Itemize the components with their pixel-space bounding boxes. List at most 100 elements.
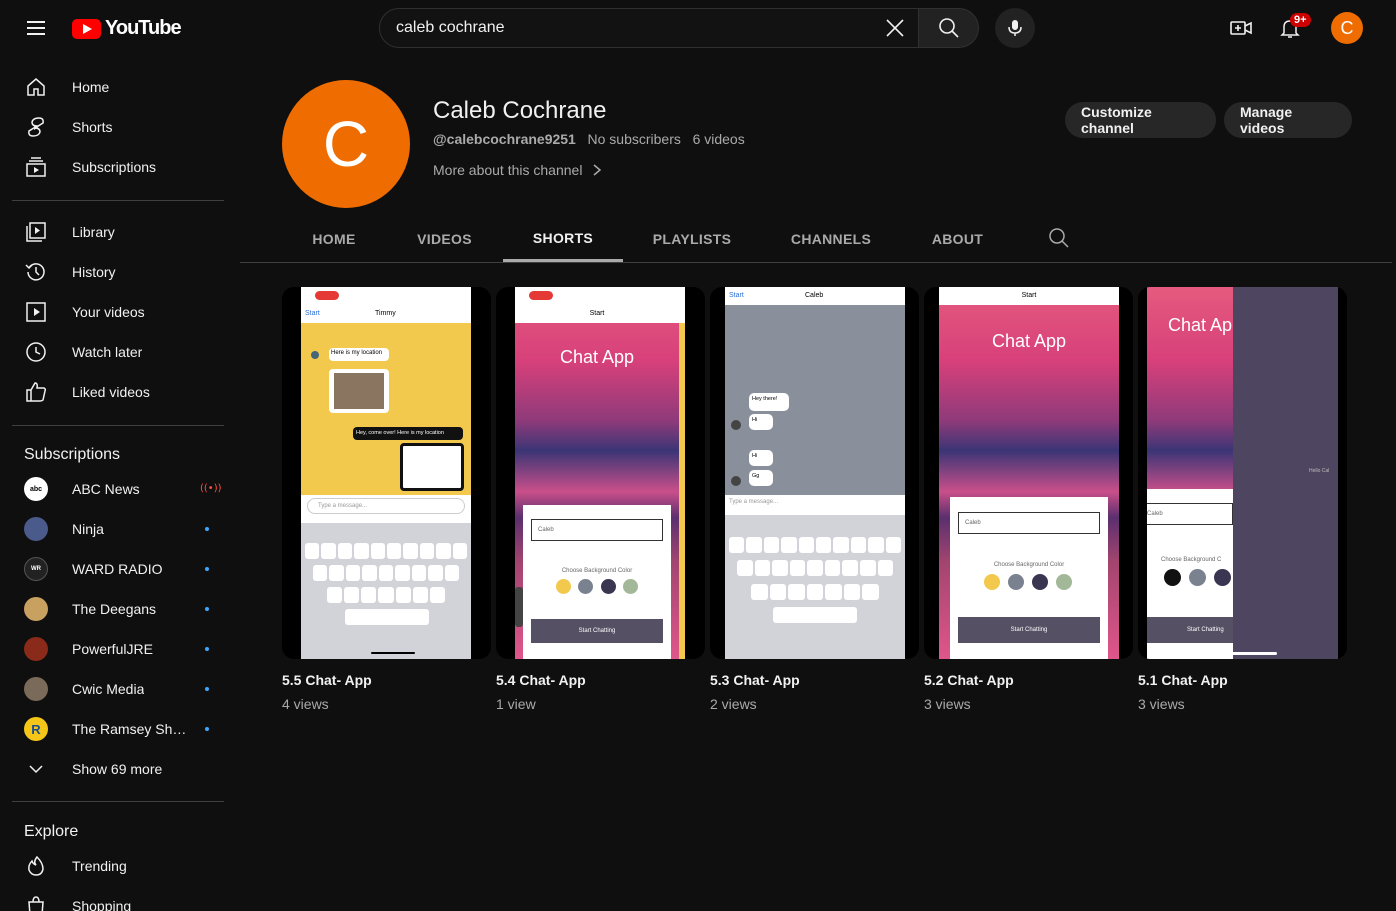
thumb-text: Start Chatting — [958, 617, 1100, 643]
sidebar-item-label: Ninja — [72, 521, 104, 537]
sidebar-item-subscription[interactable]: WR WARD RADIO — [12, 549, 224, 589]
sidebar-item-subscriptions[interactable]: Subscriptions — [12, 147, 224, 187]
short-title[interactable]: 5.5 Chat- App — [282, 672, 491, 688]
thumb-text: Choose Background Color — [993, 562, 1065, 568]
sidebar-item-label: Shopping — [72, 898, 132, 911]
thumbnail-image: Start Chat App Caleb Choose Background C… — [939, 287, 1119, 659]
sidebar-item-trending[interactable]: Trending — [12, 846, 224, 886]
new-content-dot — [205, 567, 209, 571]
home-icon — [24, 75, 48, 99]
thumb-text: Hello Cal — [1309, 468, 1330, 474]
sidebar-item-home[interactable]: Home — [12, 67, 224, 107]
thumbnail-image: Chat Ap Caleb Choose Background C Start … — [1147, 287, 1338, 659]
sidebar-item-watch-later[interactable]: Watch later — [12, 332, 224, 372]
show-more-button[interactable]: Show 69 more — [12, 749, 224, 789]
clear-search-icon[interactable] — [880, 13, 910, 43]
sidebar-item-label: WARD RADIO — [72, 561, 163, 577]
manage-videos-button[interactable]: Manage videos — [1224, 102, 1352, 138]
sidebar-item-library[interactable]: Library — [12, 212, 224, 252]
search-button[interactable] — [918, 8, 979, 48]
create-button[interactable] — [1221, 8, 1261, 48]
short-views: 3 views — [924, 696, 971, 712]
short-thumbnail[interactable]: Start Chat App Caleb Choose Background C… — [496, 287, 705, 659]
live-icon: ((•)) — [200, 483, 222, 494]
short-thumbnail[interactable]: Start Timmy Here is my location Hey, com… — [282, 287, 491, 659]
microphone-icon — [1008, 20, 1022, 36]
customize-channel-button[interactable]: Customize channel — [1065, 102, 1216, 138]
masthead: YouTube 9+ C — [0, 0, 1396, 56]
account-avatar[interactable]: C — [1331, 12, 1363, 44]
thumbnail-image: Start Timmy Here is my location Hey, com… — [301, 287, 471, 659]
sidebar-item-label: ABC News — [72, 481, 140, 497]
short-card[interactable]: Start Caleb Hey there! Hi Hi Gg Type a m… — [710, 287, 919, 712]
short-thumbnail[interactable]: Start Chat App Caleb Choose Background C… — [924, 287, 1133, 659]
sidebar-item-subscription[interactable]: PowerfulJRE — [12, 629, 224, 669]
short-card[interactable]: Start Timmy Here is my location Hey, com… — [282, 287, 491, 712]
thumbnail-image: Start Chat App Caleb Choose Background C… — [515, 287, 685, 659]
channel-avatar: abc — [24, 477, 48, 501]
short-views: 2 views — [710, 696, 757, 712]
new-content-dot — [205, 687, 209, 691]
search-input[interactable] — [396, 19, 876, 37]
more-about-label: More about this channel — [433, 162, 583, 178]
short-title[interactable]: 5.2 Chat- App — [924, 672, 1133, 688]
tab-shorts[interactable]: SHORTS — [503, 216, 623, 262]
thumb-text: Type a message... — [725, 495, 905, 515]
thumb-text: Caleb — [805, 292, 824, 299]
sidebar-item-label: Your videos — [72, 304, 145, 320]
short-card[interactable]: Start Chat App Caleb Choose Background C… — [924, 287, 1133, 712]
thumb-text: Caleb — [958, 512, 1100, 534]
short-card[interactable]: Chat Ap Caleb Choose Background C Start … — [1138, 287, 1347, 712]
short-title[interactable]: 5.4 Chat- App — [496, 672, 705, 688]
tab-playlists[interactable]: PLAYLISTS — [641, 216, 743, 262]
youtube-logo[interactable]: YouTube — [72, 17, 182, 40]
shorts-icon — [24, 115, 48, 139]
thumb-text: Start — [305, 310, 320, 317]
chevron-right-icon — [593, 164, 602, 176]
thumb-text: Chat App — [991, 331, 1067, 351]
channel-avatar: R — [24, 717, 48, 741]
channel-search-icon[interactable] — [1048, 227, 1072, 251]
sidebar-item-shorts[interactable]: Shorts — [12, 107, 224, 147]
short-card[interactable]: Start Chat App Caleb Choose Background C… — [496, 287, 705, 712]
sidebar-item-subscription[interactable]: The Deegans — [12, 589, 224, 629]
channel-name: Caleb Cochrane — [433, 97, 607, 124]
voice-search-button[interactable] — [995, 8, 1035, 48]
channel-avatar-large: C — [282, 80, 410, 208]
library-icon — [24, 220, 48, 244]
chevron-down-icon — [24, 757, 48, 781]
channel-avatar — [24, 517, 48, 541]
tab-channels[interactable]: CHANNELS — [780, 216, 882, 262]
sidebar-item-liked-videos[interactable]: Liked videos — [12, 372, 224, 412]
channel-tabs: HOME VIDEOS SHORTS PLAYLISTS CHANNELS AB… — [240, 216, 1392, 263]
sidebar-item-label: Library — [72, 224, 115, 240]
guide-menu-button[interactable] — [16, 8, 56, 48]
subscriber-count: No subscribers — [587, 131, 681, 147]
trending-icon — [24, 854, 48, 878]
more-about-channel-link[interactable]: More about this channel — [433, 162, 604, 178]
sidebar-item-your-videos[interactable]: Your videos — [12, 292, 224, 332]
sidebar-item-subscription[interactable]: Cwic Media — [12, 669, 224, 709]
sidebar-item-subscription[interactable]: abc ABC News ((•)) — [12, 469, 224, 509]
sidebar-item-subscription[interactable]: Ninja — [12, 509, 224, 549]
short-thumbnail[interactable]: Chat Ap Caleb Choose Background C Start … — [1138, 287, 1347, 659]
new-content-dot — [205, 647, 209, 651]
short-title[interactable]: 5.1 Chat- App — [1138, 672, 1347, 688]
sidebar-item-history[interactable]: History — [12, 252, 224, 292]
thumbnail-image: Start Caleb Hey there! Hi Hi Gg Type a m… — [725, 287, 905, 659]
tab-home[interactable]: HOME — [299, 216, 369, 262]
short-views: 1 view — [496, 696, 536, 712]
search-icon — [938, 18, 959, 38]
sidebar-item-subscription[interactable]: R The Ramsey Sho... — [12, 709, 224, 749]
tab-videos[interactable]: VIDEOS — [406, 216, 483, 262]
your-videos-icon — [24, 300, 48, 324]
thumb-text: Chat App — [559, 347, 635, 367]
thumb-text: Gg — [749, 470, 773, 486]
sidebar-item-label: Cwic Media — [72, 681, 145, 697]
video-count: 6 videos — [692, 131, 745, 147]
sidebar-item-shopping[interactable]: Shopping — [12, 886, 224, 911]
short-title[interactable]: 5.3 Chat- App — [710, 672, 919, 688]
tab-about[interactable]: ABOUT — [921, 216, 994, 262]
history-icon — [24, 260, 48, 284]
short-thumbnail[interactable]: Start Caleb Hey there! Hi Hi Gg Type a m… — [710, 287, 919, 659]
